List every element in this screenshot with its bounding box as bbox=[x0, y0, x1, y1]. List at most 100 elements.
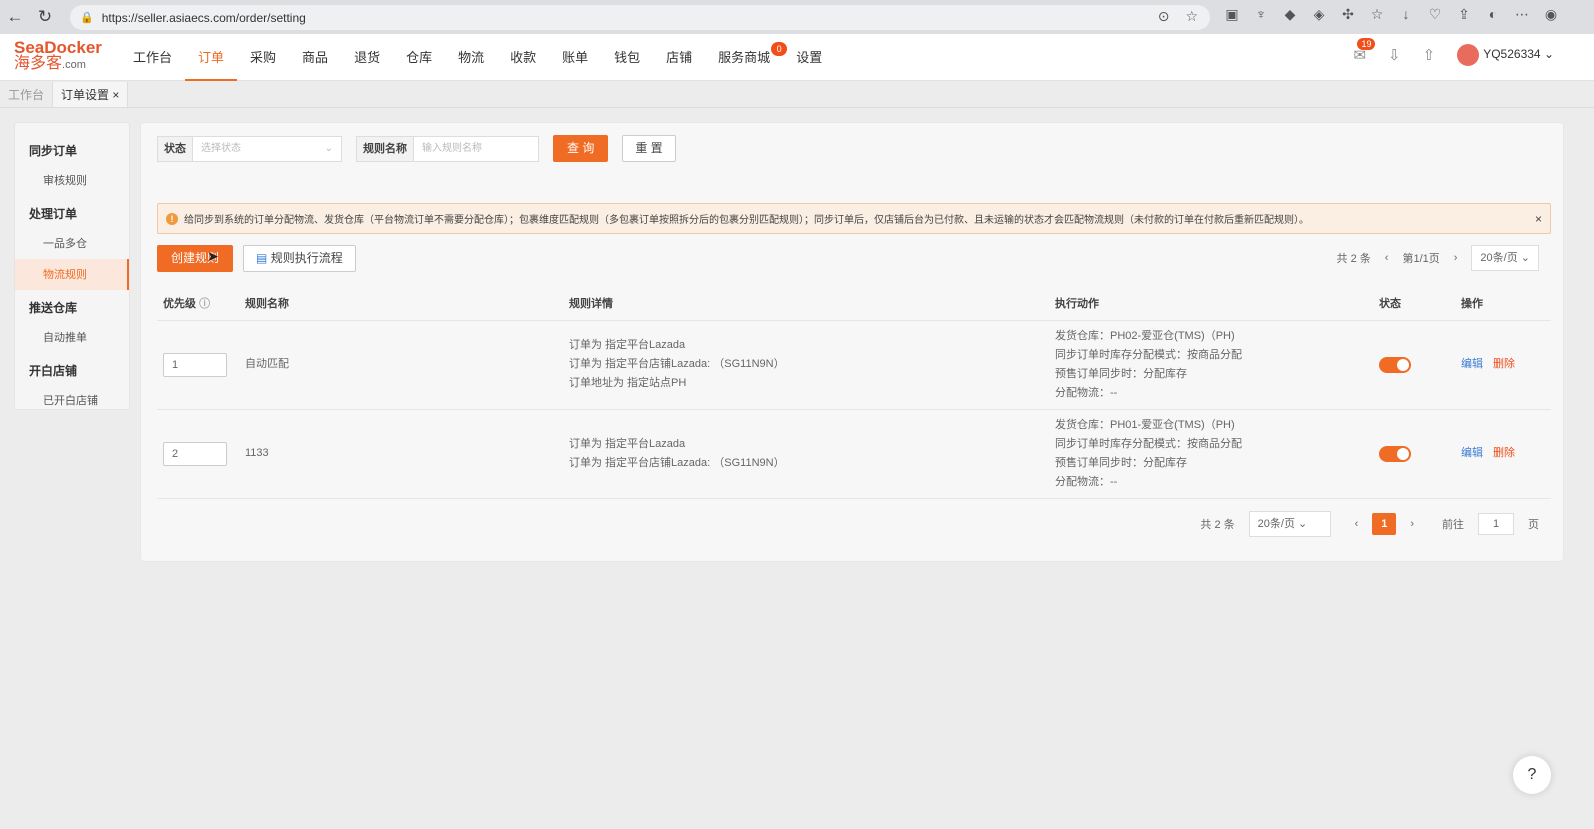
detail-line: 订单为 指定平台Lazada bbox=[569, 339, 686, 351]
sidebar: 同步订单 审核规则 处理订单 一品多仓 物流规则 推送仓库 自动推单 开白店铺 … bbox=[14, 122, 130, 410]
share-icon[interactable]: ⇪ bbox=[1454, 6, 1474, 23]
logo-suffix: .com bbox=[62, 59, 86, 71]
total-count: 共 2 条 bbox=[1336, 253, 1371, 265]
tab-order-settings[interactable]: 订单设置 × bbox=[53, 82, 129, 107]
rule-name-cell: 1133 bbox=[239, 409, 563, 499]
user-menu[interactable]: YQ526334 ⌄ bbox=[1457, 44, 1554, 66]
nav-item-collections[interactable]: 收款 bbox=[497, 34, 549, 81]
reset-button[interactable]: 重 置 bbox=[622, 135, 676, 162]
prev-page-icon[interactable]: ‹ bbox=[1355, 518, 1359, 530]
col-action: 执行动作 bbox=[1049, 287, 1373, 321]
nav-item-purchase[interactable]: 采购 bbox=[237, 34, 289, 81]
close-icon[interactable]: × bbox=[1535, 212, 1542, 226]
goto-page-input[interactable]: 1 bbox=[1478, 513, 1514, 535]
delete-link[interactable]: 删除 bbox=[1493, 358, 1515, 370]
profile-icon[interactable]: ◐ bbox=[1483, 6, 1503, 23]
puzzle-icon[interactable]: ✣ bbox=[1338, 6, 1358, 23]
page-size-select[interactable]: 20条/页 ⌄ bbox=[1471, 245, 1539, 271]
reload-icon[interactable]: ↻ bbox=[30, 2, 60, 32]
nav-item-logistics[interactable]: 物流 bbox=[445, 34, 497, 81]
extension-icon[interactable]: ♆ bbox=[1251, 6, 1271, 23]
page-number-current[interactable]: 1 bbox=[1372, 513, 1397, 535]
delete-link[interactable]: 删除 bbox=[1493, 447, 1515, 459]
nav-item-orders[interactable]: 订单 bbox=[185, 34, 238, 81]
favorite-star-icon[interactable]: ☆ bbox=[1185, 8, 1198, 25]
status-filter: 状态 选择状态 ⌄ bbox=[157, 135, 342, 162]
logo[interactable]: SeaDocker 海多客.com bbox=[14, 38, 102, 73]
operation-cell: 编辑 删除 bbox=[1455, 409, 1551, 499]
main-menu: 工作台 订单 采购 商品 退货 仓库 物流 收款 账单 钱包 店铺 服务商城 0 … bbox=[120, 34, 835, 81]
nav-item-settings[interactable]: 设置 bbox=[783, 34, 835, 81]
nav-item-products[interactable]: 商品 bbox=[289, 34, 341, 81]
username: YQ526334 bbox=[1483, 47, 1541, 62]
extension-icon[interactable]: ▣ bbox=[1222, 6, 1242, 23]
action-line: 分配物流：-- bbox=[1055, 475, 1118, 488]
col-priority: 优先级 ⓘ bbox=[157, 287, 239, 321]
url-text: https://seller.asiaecs.com/order/setting bbox=[101, 10, 306, 25]
help-button[interactable]: ? bbox=[1513, 756, 1551, 794]
chevron-down-icon: ⌄ bbox=[324, 142, 333, 154]
nav-item-wallet[interactable]: 钱包 bbox=[601, 34, 653, 81]
priority-input[interactable]: 1 bbox=[163, 352, 227, 377]
goto-suffix: 页 bbox=[1528, 519, 1539, 531]
priority-input[interactable]: 2 bbox=[163, 441, 227, 466]
status-toggle[interactable] bbox=[1379, 445, 1411, 462]
extension-icon[interactable]: ◈ bbox=[1309, 6, 1329, 23]
status-toggle[interactable] bbox=[1379, 356, 1411, 373]
sidebar-item-auto-push[interactable]: 自动推单 bbox=[15, 322, 129, 353]
next-page-icon[interactable]: › bbox=[1410, 518, 1414, 530]
document-icon: ▤ bbox=[256, 251, 268, 265]
tab-workbench[interactable]: 工作台 bbox=[0, 82, 54, 107]
nav-item-warehouse[interactable]: 仓库 bbox=[393, 34, 445, 81]
next-page-icon[interactable]: › bbox=[1454, 252, 1458, 264]
filter-bar: 状态 选择状态 ⌄ 规则名称 输入规则名称 查 询 重 置 bbox=[157, 135, 676, 162]
action-line: 预售订单同步时：分配库存 bbox=[1055, 367, 1187, 380]
nav-item-returns[interactable]: 退货 bbox=[341, 34, 393, 81]
action-line: 发货仓库：PH01-爱亚仓(TMS)（PH) bbox=[1055, 418, 1235, 431]
nav-item-workbench[interactable]: 工作台 bbox=[120, 34, 185, 81]
favorites-icon[interactable]: ☆ bbox=[1367, 6, 1387, 23]
heart-icon[interactable]: ♡ bbox=[1425, 6, 1445, 23]
edit-link[interactable]: 编辑 bbox=[1461, 447, 1483, 459]
upload-tray-icon[interactable]: ⇧ bbox=[1423, 46, 1436, 64]
copilot-icon[interactable]: ◉ bbox=[1541, 6, 1561, 23]
action-line: 分配物流：-- bbox=[1055, 386, 1118, 399]
col-priority-label: 优先级 bbox=[163, 298, 196, 311]
status-placeholder: 选择状态 bbox=[201, 142, 241, 154]
lock-icon: 🔒 bbox=[80, 12, 94, 24]
extension-icon[interactable]: ◆ bbox=[1280, 6, 1300, 23]
more-icon[interactable]: ⋯ bbox=[1512, 6, 1532, 23]
rule-flow-button[interactable]: ▤ 规则执行流程 bbox=[243, 245, 356, 272]
page-size-select[interactable]: 20条/页 ⌄ bbox=[1248, 511, 1331, 537]
col-operation: 操作 bbox=[1455, 287, 1551, 321]
reader-icon[interactable]: ⊙ bbox=[1158, 8, 1170, 25]
query-button[interactable]: 查 询 bbox=[553, 135, 609, 162]
header-right: ✉ 19 ⇩ ⇧ YQ526334 ⌄ bbox=[1353, 38, 1554, 66]
back-icon[interactable]: ← bbox=[0, 2, 30, 32]
rule-name-input[interactable]: 输入规则名称 bbox=[414, 137, 538, 161]
close-icon[interactable]: × bbox=[112, 88, 119, 102]
download-tray-icon[interactable]: ⇩ bbox=[1388, 46, 1401, 64]
action-line: 发货仓库：PH02-爱亚仓(TMS)（PH) bbox=[1055, 329, 1235, 342]
nav-item-stores[interactable]: 店铺 bbox=[653, 34, 705, 81]
edit-link[interactable]: 编辑 bbox=[1461, 358, 1483, 370]
status-select[interactable]: 选择状态 ⌄ bbox=[193, 137, 341, 161]
logo-text: SeaDocker bbox=[14, 38, 102, 57]
sidebar-item-whitelisted-stores[interactable]: 已开白店铺 bbox=[15, 385, 129, 416]
nav-item-bills[interactable]: 账单 bbox=[549, 34, 601, 81]
table-row: 2 1133 订单为 指定平台Lazada 订单为 指定平台店铺Lazada: … bbox=[157, 409, 1551, 499]
browser-extension-icons: ▣ ♆ ◆ ◈ ✣ ☆ ↓ ♡ ⇪ ◐ ⋯ ◉ bbox=[1222, 6, 1561, 23]
nav-item-service-mall[interactable]: 服务商城 0 bbox=[705, 34, 788, 81]
sidebar-item-review-rules[interactable]: 审核规则 bbox=[15, 165, 129, 196]
sidebar-group-sync-orders: 同步订单 bbox=[29, 144, 78, 158]
sidebar-item-logistics-rules[interactable]: 物流规则 bbox=[15, 259, 129, 290]
sidebar-item-multi-warehouse[interactable]: 一品多仓 bbox=[15, 228, 129, 259]
address-bar[interactable]: 🔒 https://seller.asiaecs.com/order/setti… bbox=[70, 5, 1210, 30]
help-circle-icon[interactable]: ⓘ bbox=[199, 298, 210, 310]
create-rule-button[interactable]: 创建规则 bbox=[157, 245, 234, 272]
notification-icon[interactable]: ✉ 19 bbox=[1353, 38, 1376, 64]
action-cell: 发货仓库：PH02-爱亚仓(TMS)（PH) 同步订单时库存分配模式：按商品分配… bbox=[1049, 320, 1373, 410]
info-notice: ! 给同步到系统的订单分配物流、发货仓库（平台物流订单不需要分配仓库）；包裹维度… bbox=[157, 203, 1551, 234]
download-icon[interactable]: ↓ bbox=[1396, 6, 1416, 23]
prev-page-icon[interactable]: ‹ bbox=[1385, 252, 1389, 264]
